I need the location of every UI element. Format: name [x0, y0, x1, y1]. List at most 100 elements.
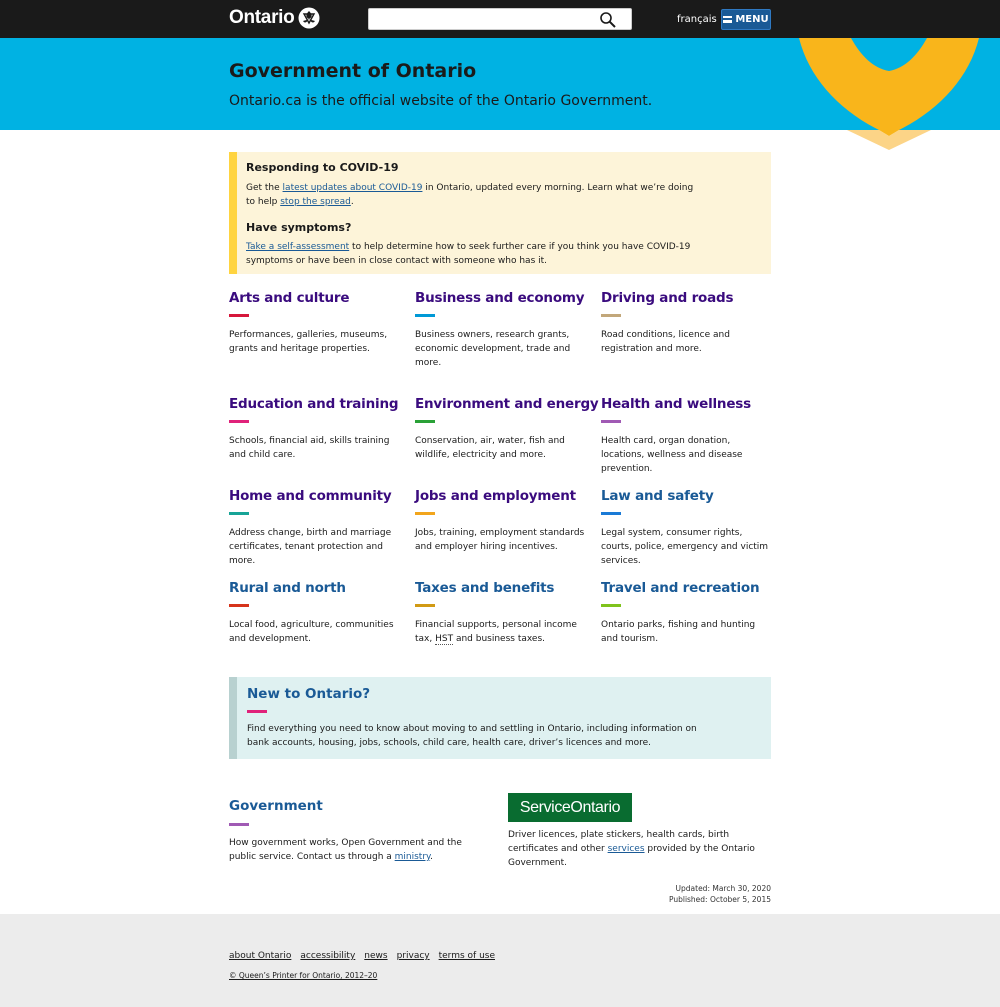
- services-link[interactable]: services: [608, 844, 645, 854]
- topic-tile: Jobs and employment Jobs, training, emplo…: [415, 488, 587, 554]
- ontario-logo[interactable]: Ontario: [229, 7, 320, 29]
- service-ontario-section: ServiceOntario Driver licences, plate st…: [508, 793, 771, 870]
- footer-link-about[interactable]: about Ontario: [229, 951, 291, 961]
- topic-title-link[interactable]: Rural and north: [229, 580, 401, 596]
- covid-text-segment: .: [350, 197, 354, 207]
- accent-bar: [415, 420, 435, 423]
- accent-bar: [601, 420, 621, 423]
- trillium-decoration-graphic: [799, 38, 979, 150]
- covid-alert-title: Responding to COVID-19: [246, 161, 399, 174]
- accent-bar: [415, 512, 435, 515]
- topic-tile: Travel and recreation Ontario parks, fish…: [601, 580, 773, 646]
- symptoms-text: Take a self-assessment to help determine…: [246, 240, 696, 268]
- topic-description: Conservation, air, water, fish and wildl…: [415, 436, 565, 460]
- accent-bar: [601, 314, 621, 317]
- accent-bar: [229, 314, 249, 317]
- accent-bar: [415, 604, 435, 607]
- page-subtitle: Ontario.ca is the official website of th…: [229, 93, 653, 109]
- search-input[interactable]: [369, 10, 589, 30]
- government-section: Government How government works, Open Go…: [229, 798, 491, 864]
- accent-bar: [229, 823, 249, 826]
- covid-alert-callout: Responding to COVID-19 Get the latest up…: [229, 152, 771, 274]
- footer-link-privacy[interactable]: privacy: [397, 951, 430, 961]
- government-description: How government works, Open Government an…: [229, 836, 491, 864]
- service-ontario-description: Driver licences, plate stickers, health …: [508, 828, 771, 870]
- topic-description-segment: and business taxes.: [453, 634, 545, 644]
- footer-link-accessibility[interactable]: accessibility: [300, 951, 355, 961]
- covid-updates-link[interactable]: latest updates about COVID-19: [283, 183, 423, 193]
- topic-tile: Education and training Schools, financial…: [229, 396, 401, 462]
- new-to-ontario-callout: New to Ontario? Find everything you need…: [229, 677, 771, 759]
- accent-bar: [247, 710, 267, 713]
- topic-title-link[interactable]: Taxes and benefits: [415, 580, 587, 596]
- menu-button-label: MENU: [735, 14, 769, 25]
- new-to-ontario-description: Find everything you need to know about m…: [247, 724, 697, 748]
- symptoms-title: Have symptoms?: [246, 221, 352, 234]
- topic-tile: Law and safety Legal system, consumer rig…: [601, 488, 773, 568]
- topic-title-link[interactable]: Arts and culture: [229, 290, 401, 306]
- accent-bar: [229, 604, 249, 607]
- copyright-link[interactable]: © Queen’s Printer for Ontario, 2012–20: [229, 971, 377, 980]
- search-icon[interactable]: [599, 11, 617, 29]
- topic-description: Legal system, consumer rights, courts, p…: [601, 528, 769, 566]
- topic-title-link[interactable]: Business and economy: [415, 290, 587, 306]
- topic-description: Jobs, training, employment standards and…: [415, 528, 585, 552]
- footer-link-terms[interactable]: terms of use: [439, 951, 495, 961]
- self-assessment-link[interactable]: Take a self-assessment: [246, 242, 349, 252]
- footer-links: about Ontario accessibility news privacy…: [229, 951, 495, 961]
- government-text-segment: .: [430, 852, 433, 862]
- topic-description: Health card, organ donation, locations, …: [601, 436, 743, 474]
- topic-tile: Home and community Address change, birth …: [229, 488, 401, 568]
- new-to-ontario-link[interactable]: New to Ontario?: [247, 686, 771, 702]
- page-dates: Updated: March 30, 2020 Published: Octob…: [669, 884, 771, 905]
- hero-banner: Government of Ontario Ontario.ca is the …: [0, 38, 1000, 150]
- page-footer: about Ontario accessibility news privacy…: [0, 914, 1000, 1007]
- footer-link-news[interactable]: news: [364, 951, 387, 961]
- hamburger-icon: [723, 16, 733, 23]
- topic-description: Performances, galleries, museums, grants…: [229, 330, 388, 354]
- updated-date: Updated: March 30, 2020: [675, 884, 771, 893]
- topic-title-link[interactable]: Environment and energy: [415, 396, 599, 412]
- topic-title-link[interactable]: Home and community: [229, 488, 401, 504]
- topic-description: Local food, agriculture, communities and…: [229, 620, 394, 644]
- covid-text-segment: Get the: [246, 183, 283, 193]
- topic-title-link[interactable]: Driving and roads: [601, 290, 773, 306]
- logo-text: Ontario: [229, 7, 295, 28]
- top-navigation-bar: Ontario français MENU: [0, 0, 1000, 38]
- accent-bar: [229, 420, 249, 423]
- topic-description: Financial supports, personal income tax,…: [415, 618, 587, 646]
- topic-tile: Arts and culture Performances, galleries,…: [229, 290, 401, 356]
- stop-the-spread-link[interactable]: stop the spread: [280, 197, 351, 207]
- topic-title-link[interactable]: Health and wellness: [601, 396, 773, 412]
- topic-description: Schools, financial aid, skills training …: [229, 436, 390, 460]
- service-ontario-logo[interactable]: ServiceOntario: [508, 793, 632, 822]
- topic-tile: Environment and energy Conservation, air,…: [415, 396, 599, 462]
- language-toggle-link[interactable]: français: [677, 14, 717, 25]
- hst-abbreviation: HST: [435, 634, 454, 645]
- page-title: Government of Ontario: [229, 60, 477, 82]
- accent-bar: [601, 604, 621, 607]
- topic-description: Road conditions, licence and registratio…: [601, 330, 730, 354]
- topic-tile: Business and economy Business owners, res…: [415, 290, 587, 370]
- government-link[interactable]: Government: [229, 798, 491, 814]
- topic-description: Ontario parks, fishing and hunting and t…: [601, 620, 756, 644]
- topic-description: Address change, birth and marriage certi…: [229, 528, 392, 566]
- search-box: [368, 8, 632, 30]
- topic-title-link[interactable]: Jobs and employment: [415, 488, 587, 504]
- topic-tile: Driving and roads Road conditions, licenc…: [601, 290, 773, 356]
- topic-tile: Rural and north Local food, agriculture, …: [229, 580, 401, 646]
- covid-alert-text: Get the latest updates about COVID-19 in…: [246, 181, 696, 209]
- accent-bar: [229, 512, 249, 515]
- topic-title-link[interactable]: Travel and recreation: [601, 580, 773, 596]
- trillium-icon: [298, 7, 320, 29]
- menu-button[interactable]: MENU: [721, 9, 771, 30]
- ministry-link[interactable]: ministry: [395, 852, 430, 862]
- topic-tile: Taxes and benefits Financial supports, pe…: [415, 580, 587, 646]
- topic-title-link[interactable]: Law and safety: [601, 488, 773, 504]
- topic-description: Business owners, research grants, econom…: [415, 330, 571, 368]
- accent-bar: [601, 512, 621, 515]
- topic-title-link[interactable]: Education and training: [229, 396, 401, 412]
- topic-tile: Health and wellness Health card, organ do…: [601, 396, 773, 476]
- accent-bar: [415, 314, 435, 317]
- published-date: Published: October 5, 2015: [668, 894, 771, 904]
